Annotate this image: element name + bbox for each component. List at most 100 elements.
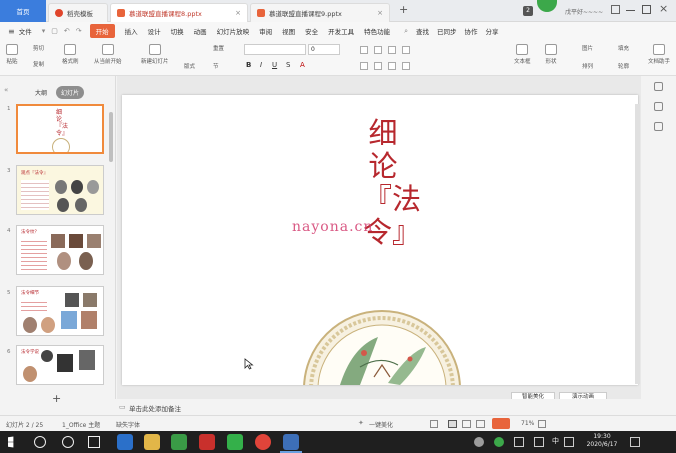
picture-button[interactable]: 图片 (582, 44, 593, 52)
outdent-icon[interactable] (402, 46, 410, 54)
window-close-icon[interactable]: × (659, 2, 668, 15)
zoom-level[interactable]: 71% (521, 420, 534, 427)
property-icon[interactable] (654, 102, 663, 111)
notification-badge[interactable]: 2 (523, 6, 533, 16)
tray-360-icon[interactable] (494, 437, 504, 447)
menu-item[interactable]: 开始 (89, 24, 115, 38)
textbox-button[interactable]: 文本框 (514, 44, 531, 65)
menu-item[interactable]: 开发工具 (328, 26, 354, 36)
font-size-dropdown[interactable]: 0 (308, 44, 340, 55)
menu-file[interactable]: 文件 (19, 26, 32, 36)
network-icon[interactable] (534, 437, 544, 447)
avatar[interactable] (537, 0, 557, 12)
close-icon[interactable]: × (229, 9, 241, 17)
slide-thumbnail[interactable]: 法令纹？ (16, 225, 104, 275)
user-name[interactable]: 戊平好~~~~ (565, 7, 603, 16)
font-color-button[interactable]: A (300, 61, 305, 69)
layout-button[interactable]: 版式 (184, 62, 195, 70)
italic-button[interactable]: I (260, 61, 262, 69)
new-slide-button[interactable]: 新建幻灯片 (141, 44, 169, 65)
share-button[interactable]: 分享 (486, 26, 499, 36)
notification-center-icon[interactable] (630, 437, 640, 447)
outline-button[interactable]: 轮廓 (618, 62, 629, 70)
minimize-icon[interactable] (626, 10, 635, 11)
notes-view-icon[interactable] (430, 420, 438, 428)
close-icon[interactable]: × (371, 9, 383, 17)
tray-icon[interactable] (514, 437, 524, 447)
wps-presentation-icon[interactable] (283, 434, 299, 450)
zoom-out-icon[interactable] (538, 420, 546, 428)
chrome-icon[interactable] (255, 434, 271, 450)
reading-view-icon[interactable] (476, 420, 485, 428)
copy-button[interactable]: 复制 (33, 60, 44, 68)
slide-thumbnail[interactable]: 法令学说 (16, 345, 104, 385)
edge-icon[interactable] (117, 434, 133, 450)
collab-button[interactable]: 协作 (465, 26, 478, 36)
tab-course-8[interactable]: 慕道联盟直播课程8.pptx × (110, 3, 248, 22)
align-left-icon[interactable] (360, 62, 368, 70)
windows-start-icon[interactable] (8, 436, 14, 448)
emblem-illustration[interactable] (300, 307, 464, 385)
normal-view-icon[interactable] (448, 420, 457, 428)
paste-button[interactable]: 粘贴 (6, 44, 18, 65)
menu-item[interactable]: 设计 (148, 26, 161, 36)
clock[interactable]: 19:30 2020/6/17 (580, 433, 624, 449)
wechat-icon[interactable] (227, 434, 243, 450)
input-language[interactable]: 中 (552, 436, 559, 446)
number-list-icon[interactable] (374, 46, 382, 54)
canvas-scrollbar[interactable] (635, 104, 640, 384)
fill-button[interactable]: 填充 (618, 44, 629, 52)
slide-thumbnail[interactable]: 观点『法令』 (16, 165, 104, 215)
quick-save-icon[interactable]: ▢ (51, 27, 58, 35)
sync-status[interactable]: 已同步 (437, 26, 457, 36)
panel-scrollbar[interactable] (109, 112, 113, 162)
format-painter-button[interactable]: 格式刷 (62, 44, 79, 65)
volume-icon[interactable] (564, 437, 574, 447)
bold-button[interactable]: B (246, 61, 251, 69)
tab-course-9[interactable]: 慕道联盟直播课程9.pptx × (250, 3, 390, 22)
wps-icon[interactable] (199, 434, 215, 450)
reset-button[interactable]: 重置 (213, 44, 224, 52)
new-tab-button[interactable]: + (399, 3, 408, 16)
menu-item[interactable]: 切换 (171, 26, 184, 36)
menu-item[interactable]: 动画 (194, 26, 207, 36)
add-slide-button[interactable]: + (52, 393, 61, 404)
cortana-icon[interactable] (62, 436, 74, 448)
slide-thumbnail[interactable]: 细论『法令』 (16, 104, 104, 154)
tab-slides[interactable]: 幻灯片 (56, 86, 85, 99)
search-icon[interactable] (34, 436, 46, 448)
justify-icon[interactable] (402, 62, 410, 70)
collapse-panel-icon[interactable]: « (4, 86, 8, 94)
chevron-down-icon[interactable]: ▾ (42, 27, 46, 35)
notes-placeholder[interactable]: 单击此处添加备注 (129, 403, 181, 413)
slide-thumbnail[interactable]: 法令细节 (16, 286, 104, 336)
beautify-button[interactable]: 一键美化 (369, 420, 393, 429)
up-arrow-icon[interactable] (654, 82, 663, 91)
redo-icon[interactable]: ↷ (76, 27, 82, 35)
section-button[interactable]: 节 (213, 62, 219, 70)
menu-item[interactable]: 视图 (282, 26, 295, 36)
menu-item[interactable]: 幻灯片放映 (217, 26, 250, 36)
underline-button[interactable]: U (272, 61, 277, 69)
search-button[interactable]: 查找 (416, 26, 429, 36)
doc-assistant-button[interactable]: 文档助手 (648, 44, 670, 65)
current-slide[interactable]: 细论『法令』 nayona.cn (122, 95, 638, 385)
shape-button[interactable]: 形状 (545, 44, 557, 65)
align-center-icon[interactable] (374, 62, 382, 70)
sorter-view-icon[interactable] (462, 420, 471, 428)
indent-icon[interactable] (388, 46, 396, 54)
menu-item[interactable]: 插入 (125, 26, 138, 36)
bullet-list-icon[interactable] (360, 46, 368, 54)
maximize-icon[interactable] (642, 5, 651, 14)
undo-icon[interactable]: ↶ (64, 27, 70, 35)
tray-icon[interactable] (474, 437, 484, 447)
layers-icon[interactable] (654, 122, 663, 131)
strikethrough-button[interactable]: S (286, 61, 290, 69)
tab-home[interactable]: 首页 (0, 0, 46, 22)
hamburger-icon[interactable]: ≡ (8, 27, 15, 36)
tab-outline[interactable]: 大纲 (30, 86, 52, 99)
align-right-icon[interactable] (388, 62, 396, 70)
menu-item[interactable]: 特色功能 (364, 26, 390, 36)
menu-item[interactable]: 安全 (305, 26, 318, 36)
tab-docer[interactable]: 稻壳模板 (48, 3, 108, 22)
